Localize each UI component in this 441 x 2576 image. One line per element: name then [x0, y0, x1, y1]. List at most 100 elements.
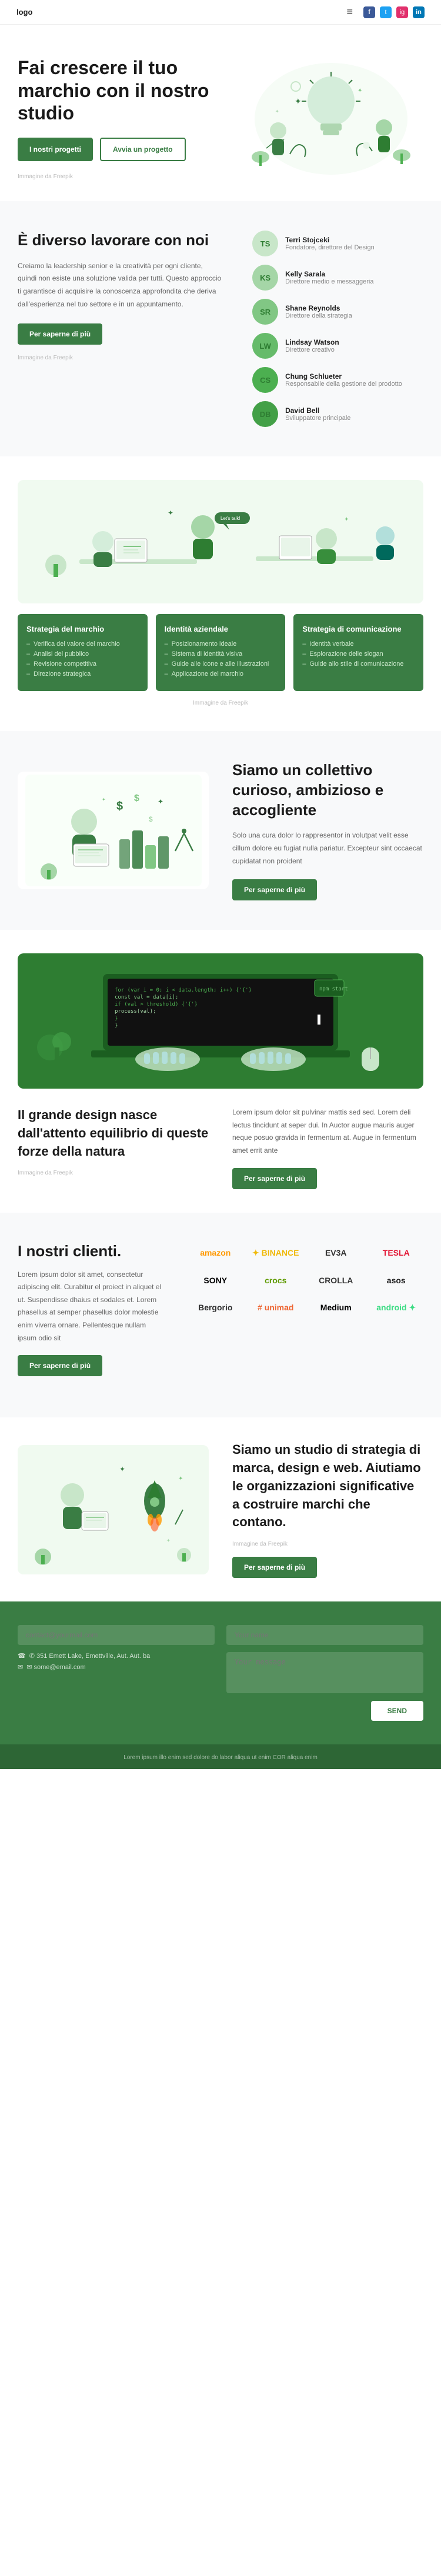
design-learn-more-button[interactable]: Per saperne di più	[232, 1168, 317, 1189]
logo-item: Medium	[309, 1297, 363, 1319]
design-section: for (var i = 0; i < data.length; i++) {'…	[0, 930, 441, 1212]
hero-content: Fai crescere il tuo marchio con il nostr…	[18, 56, 221, 181]
service-card: Strategia di comunicazione –Identità ver…	[293, 614, 423, 691]
contact-email-input[interactable]	[18, 1625, 215, 1645]
logo-item: ✦ BINANCE	[249, 1242, 303, 1264]
svg-text:$: $	[134, 793, 139, 803]
linkedin-icon[interactable]: in	[413, 6, 425, 18]
laptop-svg-illustration: for (var i = 0; i < data.length; i++) {'…	[21, 956, 420, 1086]
svg-text:✦: ✦	[119, 1465, 125, 1473]
hero-svg-illustration: ✦ ✦ ✦	[243, 54, 419, 183]
logo-item: TESLA	[369, 1242, 424, 1264]
bottom-learn-more-button[interactable]: Per saperne di più	[232, 1557, 317, 1578]
svg-text:const val = data[i];: const val = data[i];	[115, 995, 178, 1000]
member-name: Kelly Sarala	[285, 270, 373, 278]
logo-item: Bergorio	[188, 1297, 243, 1319]
logos-grid: amazon✦ BINANCEEV3ATESLASONYcrocsCROLLAa…	[188, 1242, 423, 1319]
contact-left: ☎ ✆ 351 Emett Lake, Emettville, Aut. Aut…	[18, 1625, 215, 1721]
logo-item: asos	[369, 1270, 424, 1291]
facebook-icon[interactable]: f	[363, 6, 375, 18]
contact-message-input[interactable]	[226, 1652, 423, 1693]
projects-button[interactable]: I nostri progetti	[18, 138, 93, 161]
curious-content: Siamo un collettivo curioso, ambizioso e…	[232, 760, 423, 900]
service-item: –Posizionamento ideale	[165, 640, 277, 648]
instagram-icon[interactable]: ig	[396, 6, 408, 18]
hero-img-label: Immagine da Freepik	[18, 173, 73, 180]
team-member-item: DB David Bell Sviluppatore principale	[252, 401, 423, 427]
services-img-label: Immagine da Freepik	[193, 700, 248, 706]
service-item: –Esplorazione delle slogan	[302, 650, 415, 658]
svg-text:for (var i = 0; i < data.lengt: for (var i = 0; i < data.length; i++) {'…	[115, 987, 252, 993]
contact-section: ☎ ✆ 351 Emett Lake, Emettville, Aut. Aut…	[0, 1601, 441, 1744]
team-member-item: TS Terri Stojceki Fondatore, direttore d…	[252, 231, 423, 256]
svg-text:✦: ✦	[102, 797, 106, 802]
logo-text: CROLLA	[319, 1276, 353, 1285]
nav-social-icons: ≡ f t ig in	[346, 6, 425, 18]
member-info: Terri Stojceki Fondatore, direttore del …	[285, 236, 375, 251]
contact-right: SEND	[226, 1625, 423, 1721]
contact-send-button[interactable]: SEND	[371, 1701, 423, 1721]
start-project-button[interactable]: Avvia un progetto	[100, 138, 186, 161]
logo-text: amazon	[200, 1248, 230, 1257]
twitter-icon[interactable]: t	[380, 6, 392, 18]
clients-body: Lorem ipsum dolor sit amet, consectetur …	[18, 1269, 165, 1345]
service-item: –Guide allo stile di comunicazione	[302, 660, 415, 668]
team-body: Creiamo la leadership senior e la creati…	[18, 260, 223, 311]
svg-text:✦: ✦	[166, 1538, 171, 1543]
design-heading: Il grande design nasce dall'attento equi…	[18, 1106, 209, 1160]
service-cards-container: Strategia del marchio –Verifica del valo…	[18, 614, 423, 691]
team-left: È diverso lavorare con noi Creiamo la le…	[18, 231, 223, 427]
member-role: Fondatore, direttore del Design	[285, 244, 375, 251]
hamburger-icon[interactable]: ≡	[346, 6, 353, 18]
curious-learn-more-button[interactable]: Per saperne di più	[232, 879, 317, 900]
hero-illustration: ✦ ✦ ✦	[239, 54, 423, 183]
services-illustration-container: Let's talk! ✦ ✦	[18, 480, 423, 603]
bottom-heading: Siamo un studio di strategia di marca, d…	[232, 1441, 423, 1531]
member-info: Lindsay Watson Direttore creativo	[285, 338, 339, 353]
svg-text:$: $	[116, 800, 123, 813]
logo-text: SONY	[203, 1276, 227, 1285]
member-avatar: TS	[252, 231, 278, 256]
member-role: Sviluppatore principale	[285, 415, 350, 422]
design-illustration-top: for (var i = 0; i < data.length; i++) {'…	[18, 953, 423, 1089]
svg-text:Let's talk!: Let's talk!	[220, 516, 240, 521]
member-avatar: SR	[252, 299, 278, 325]
contact-form: ☎ ✆ 351 Emett Lake, Emettville, Aut. Aut…	[18, 1625, 423, 1721]
svg-text:if (val > threshold) {'{'}: if (val > threshold) {'{'}	[115, 1002, 198, 1007]
curious-illustration: $ $ $ ✦ ✦	[18, 772, 209, 889]
logo-item: CROLLA	[309, 1270, 363, 1291]
svg-text:✦: ✦	[275, 109, 279, 114]
clients-top: I nostri clienti. Lorem ipsum dolor sit …	[18, 1242, 423, 1377]
svg-text:npm start: npm start	[319, 986, 348, 992]
service-card-title: Strategia di comunicazione	[302, 625, 415, 633]
service-item: –Direzione strategica	[26, 670, 139, 678]
team-learn-more-button[interactable]: Per saperne di più	[18, 323, 102, 345]
logo-text: TESLA	[383, 1248, 410, 1257]
services-section: Let's talk! ✦ ✦ Strategia del marchio –V…	[0, 456, 441, 731]
svg-text:✦: ✦	[344, 516, 349, 523]
logo-text: Medium	[320, 1303, 352, 1312]
contact-name-input[interactable]	[226, 1625, 423, 1645]
service-item: –Analisi del pubblico	[26, 650, 139, 658]
clients-left: I nostri clienti. Lorem ipsum dolor sit …	[18, 1242, 165, 1377]
member-info: Chung Schlueter Responsabile della gesti…	[285, 372, 402, 388]
phone-icon: ☎	[18, 1652, 26, 1660]
member-name: Chung Schlueter	[285, 372, 402, 381]
member-name: Terri Stojceki	[285, 236, 375, 244]
member-name: Lindsay Watson	[285, 338, 339, 346]
team-member-item: SR Shane Reynolds Direttore della strate…	[252, 299, 423, 325]
footer-text: Lorem ipsum illo enim sed dolore do labo…	[123, 1754, 318, 1761]
nav-logo: logo	[16, 8, 32, 16]
svg-text:✦: ✦	[358, 88, 362, 94]
logo-text: android ✦	[376, 1303, 416, 1313]
logo-item: EV3A	[309, 1242, 363, 1264]
hero-buttons: I nostri progetti Avvia un progetto	[18, 138, 221, 161]
team-img-label: Immagine da Freepik	[18, 355, 73, 361]
member-avatar: KS	[252, 265, 278, 291]
logo-text: ✦ BINANCE	[252, 1248, 299, 1258]
clients-learn-more-button[interactable]: Per saperne di più	[18, 1355, 102, 1376]
team-members-list: TS Terri Stojceki Fondatore, direttore d…	[252, 231, 423, 427]
service-card: Strategia del marchio –Verifica del valo…	[18, 614, 148, 691]
service-item: –Guide alle icone e alle illustrazioni	[165, 660, 277, 668]
design-img-label: Immagine da Freepik	[18, 1170, 73, 1176]
